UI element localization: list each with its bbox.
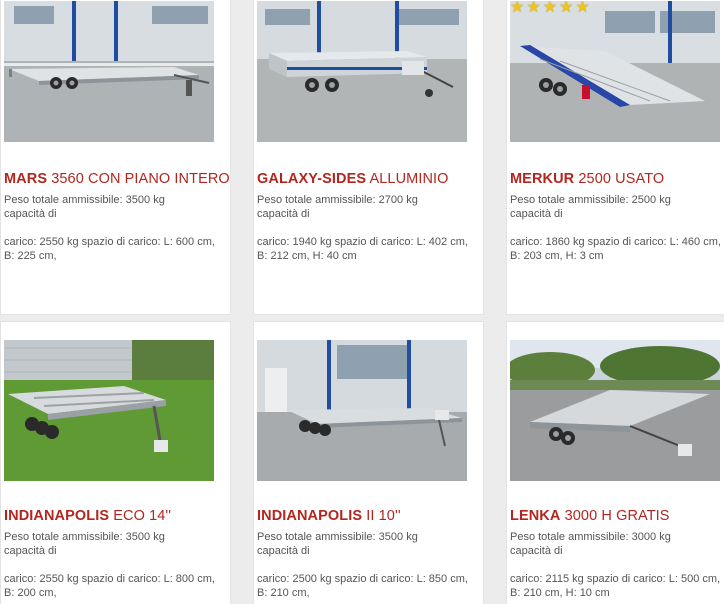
- car-transporter-image: [510, 1, 720, 142]
- product-description: Peso totale ammissibile: 3500 kg capacit…: [4, 530, 216, 600]
- capacity-label: capacità di: [510, 208, 563, 220]
- product-model[interactable]: 3560 CON PIANO INTERO: [47, 171, 230, 187]
- product-description: Peso totale ammissibile: 3500 kg capacit…: [4, 193, 216, 263]
- trailer-photo[interactable]: [257, 1, 467, 142]
- trailer-photo[interactable]: ★ ★ ★ ★ ★: [510, 1, 720, 142]
- weight-line: Peso totale ammissibile: 3500 kg: [257, 531, 418, 543]
- product-brand[interactable]: GALAXY-SIDES: [257, 171, 366, 187]
- product-title[interactable]: GALAXY-SIDES ALLUMINIO: [257, 171, 449, 187]
- weight-line: Peso totale ammissibile: 3500 kg: [4, 531, 165, 543]
- cargo-line: carico: 2550 kg spazio di carico: L: 800…: [4, 573, 215, 599]
- product-brand[interactable]: LENKA: [510, 508, 560, 524]
- product-brand[interactable]: MARS: [4, 171, 47, 187]
- trailer-photo[interactable]: [257, 340, 467, 481]
- tilting-trailer-image: [510, 340, 720, 481]
- product-model[interactable]: 2500 USATO: [574, 171, 664, 187]
- flatbed-trailer-image: [4, 1, 214, 142]
- capacity-label: capacità di: [257, 545, 310, 557]
- trailer-photo[interactable]: [510, 340, 720, 481]
- cargo-line: carico: 1940 kg spazio di carico: L: 402…: [257, 236, 468, 262]
- weight-line: Peso totale ammissibile: 2500 kg: [510, 194, 671, 206]
- cargo-line: carico: 2115 kg spazio di carico: L: 500…: [510, 573, 721, 599]
- product-card-galaxy-sides[interactable]: GALAXY-SIDES ALLUMINIO Peso totale ammis…: [253, 0, 484, 315]
- star-icon: ★: [510, 1, 525, 16]
- star-icon: ★: [542, 1, 558, 16]
- product-brand[interactable]: MERKUR: [510, 171, 574, 187]
- product-model[interactable]: ALLUMINIO: [366, 171, 449, 187]
- product-title[interactable]: MARS 3560 CON PIANO INTERO: [4, 171, 230, 187]
- cargo-line: carico: 2550 kg spazio di carico: L: 600…: [4, 236, 215, 262]
- tri-axle-trailer-image: [4, 340, 214, 481]
- product-title[interactable]: INDIANAPOLIS II 10'': [257, 508, 401, 524]
- product-card-merkur[interactable]: ★ ★ ★ ★ ★ MERKUR 2500 USATO Peso totale …: [506, 0, 724, 315]
- sided-trailer-image: [257, 1, 467, 142]
- product-model[interactable]: II 10'': [362, 508, 401, 524]
- product-model[interactable]: ECO 14'': [109, 508, 171, 524]
- product-description: Peso totale ammissibile: 2700 kg capacit…: [257, 193, 469, 263]
- trailer-photo[interactable]: [4, 1, 214, 142]
- rating-stars: ★ ★ ★ ★ ★: [510, 1, 590, 16]
- star-icon: ★: [559, 1, 574, 16]
- capacity-label: capacità di: [4, 545, 57, 557]
- product-title[interactable]: LENKA 3000 H GRATIS: [510, 508, 670, 524]
- weight-line: Peso totale ammissibile: 3500 kg: [4, 194, 165, 206]
- product-title[interactable]: MERKUR 2500 USATO: [510, 171, 664, 187]
- product-card-indianapolis-ii[interactable]: INDIANAPOLIS II 10'' Peso totale ammissi…: [253, 321, 484, 604]
- product-card-indianapolis-eco[interactable]: INDIANAPOLIS ECO 14'' Peso totale ammiss…: [0, 321, 231, 604]
- star-icon: ★: [575, 1, 590, 16]
- capacity-label: capacità di: [4, 208, 57, 220]
- product-brand[interactable]: INDIANAPOLIS: [4, 508, 109, 524]
- cargo-line: carico: 2500 kg spazio di carico: L: 850…: [257, 573, 468, 599]
- product-card-mars[interactable]: MARS 3560 CON PIANO INTERO Peso totale a…: [0, 0, 231, 315]
- product-description: Peso totale ammissibile: 3500 kg capacit…: [257, 530, 469, 600]
- product-brand[interactable]: INDIANAPOLIS: [257, 508, 362, 524]
- product-description: Peso totale ammissibile: 3000 kg capacit…: [510, 530, 722, 600]
- weight-line: Peso totale ammissibile: 2700 kg: [257, 194, 418, 206]
- product-description: Peso totale ammissibile: 2500 kg capacit…: [510, 193, 722, 263]
- long-flatbed-trailer-image: [257, 340, 467, 481]
- trailer-photo[interactable]: [4, 340, 214, 481]
- weight-line: Peso totale ammissibile: 3000 kg: [510, 531, 671, 543]
- capacity-label: capacità di: [257, 208, 310, 220]
- star-icon: ★: [526, 1, 541, 16]
- capacity-label: capacità di: [510, 545, 563, 557]
- product-model[interactable]: 3000 H GRATIS: [560, 508, 670, 524]
- cargo-line: carico: 1860 kg spazio di carico: L: 460…: [510, 236, 721, 262]
- product-title[interactable]: INDIANAPOLIS ECO 14'': [4, 508, 171, 524]
- product-card-lenka[interactable]: LENKA 3000 H GRATIS Peso totale ammissib…: [506, 321, 724, 604]
